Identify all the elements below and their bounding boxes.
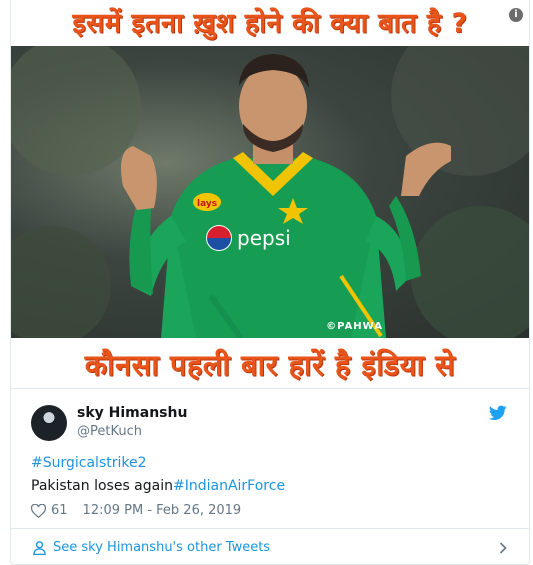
meme-caption-top: इसमें इतना ख़ुश होने की क्या बात है ? [72,8,468,39]
author-display-name[interactable]: sky Himanshu [77,405,187,421]
twitter-bird-icon[interactable] [489,405,507,421]
photo-watermark: ©PAHWA [326,321,383,332]
tweet-text: Pakistan loses again#IndianAirForce [31,478,285,494]
jersey-pepsi-text: pepsi [237,226,291,250]
like-count[interactable]: 61 [51,503,68,518]
tweet-meta: 61 12:09 PM - Feb 26, 2019 [31,503,241,518]
info-icon[interactable]: i [509,8,523,22]
jersey-lays-text: lays [197,199,217,209]
other-tweets-link[interactable]: See sky Himanshu's other Tweets [11,528,529,565]
tweet-timestamp[interactable]: 12:09 PM - Feb 26, 2019 [83,503,242,518]
tweet-hashtag-inline[interactable]: #IndianAirForce [173,478,285,494]
person-icon [33,541,46,555]
tweet-media[interactable]: इसमें इतना ख़ुश होने की क्या बात है ? i [11,0,529,388]
tweet-text-plain: Pakistan loses again [31,478,173,494]
meme-caption-bottom: कौनसा पहली बार हारें है इंडिया से [84,348,456,382]
heart-icon[interactable] [31,503,46,518]
embedded-tweet-card: इसमें इतना ख़ुश होने की क्या बात है ? i [10,0,530,565]
tweet-body: sky Himanshu @PetKuch #Surgicalstrike2 P… [11,388,529,528]
cricketer-photo: pepsi lays [11,46,529,338]
tweet-hashtag-link[interactable]: #Surgicalstrike2 [31,455,147,471]
chevron-right-icon[interactable] [499,542,507,554]
avatar[interactable] [31,405,67,441]
author-handle[interactable]: @PetKuch [77,424,142,439]
meme-photo: pepsi lays ©PAHWA [11,46,529,338]
other-tweets-label[interactable]: See sky Himanshu's other Tweets [53,540,270,555]
